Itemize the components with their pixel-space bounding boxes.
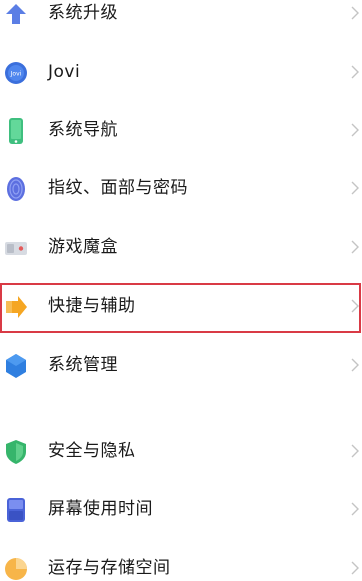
settings-item-fingerprint-face-password[interactable]: 指纹、面部与密码 [0, 160, 362, 218]
settings-item-label: 指纹、面部与密码 [48, 178, 188, 198]
phone-navigation-icon [4, 117, 28, 145]
settings-item-label: 运存与存储空间 [48, 558, 171, 578]
settings-item-label: 屏幕使用时间 [48, 499, 153, 519]
settings-item-label: 系统导航 [48, 120, 118, 140]
shortcut-arrow-icon [4, 293, 28, 321]
fingerprint-icon [4, 175, 28, 203]
screen-time-icon [4, 496, 28, 524]
upgrade-arrow-icon [4, 0, 28, 28]
storage-pie-icon [4, 555, 28, 581]
jovi-icon: Jovi [4, 59, 28, 87]
settings-item-security-privacy[interactable]: 安全与隐私 [0, 423, 362, 481]
svg-text:Jovi: Jovi [10, 71, 22, 78]
settings-item-jovi[interactable]: Jovi Jovi [0, 44, 362, 102]
settings-item-label: 快捷与辅助 [48, 296, 136, 316]
settings-item-system-management[interactable]: 系统管理 [0, 337, 362, 395]
settings-screen: 系统升级 Jovi Jovi 系统导航 指纹、面部与密码 游戏魔盒 快捷与辅助 … [0, 0, 362, 581]
chevron-right-icon [350, 501, 360, 517]
chevron-right-icon [350, 443, 360, 459]
system-management-icon [4, 352, 28, 380]
settings-item-label: 系统升级 [48, 3, 118, 23]
chevron-right-icon [350, 64, 360, 80]
settings-item-screen-time[interactable]: 屏幕使用时间 [0, 481, 362, 539]
chevron-right-icon [350, 180, 360, 196]
chevron-right-icon [350, 239, 360, 255]
settings-item-label: 游戏魔盒 [48, 237, 118, 257]
chevron-right-icon [350, 298, 360, 314]
security-shield-icon [4, 438, 28, 466]
settings-item-label: 安全与隐私 [48, 441, 136, 461]
chevron-right-icon [350, 357, 360, 373]
settings-item-system-navigation[interactable]: 系统导航 [0, 102, 362, 160]
game-box-icon [4, 234, 28, 262]
chevron-right-icon [350, 122, 360, 138]
chevron-right-icon [350, 5, 360, 21]
settings-item-label: 系统管理 [48, 355, 118, 375]
settings-item-ram-storage[interactable]: 运存与存储空间 [0, 540, 362, 581]
settings-item-shortcuts-accessibility[interactable]: 快捷与辅助 [0, 278, 362, 336]
settings-item-game-box[interactable]: 游戏魔盒 [0, 219, 362, 277]
settings-item-label: Jovi [48, 62, 81, 82]
settings-item-system-upgrade[interactable]: 系统升级 [0, 0, 362, 43]
chevron-right-icon [350, 560, 360, 576]
